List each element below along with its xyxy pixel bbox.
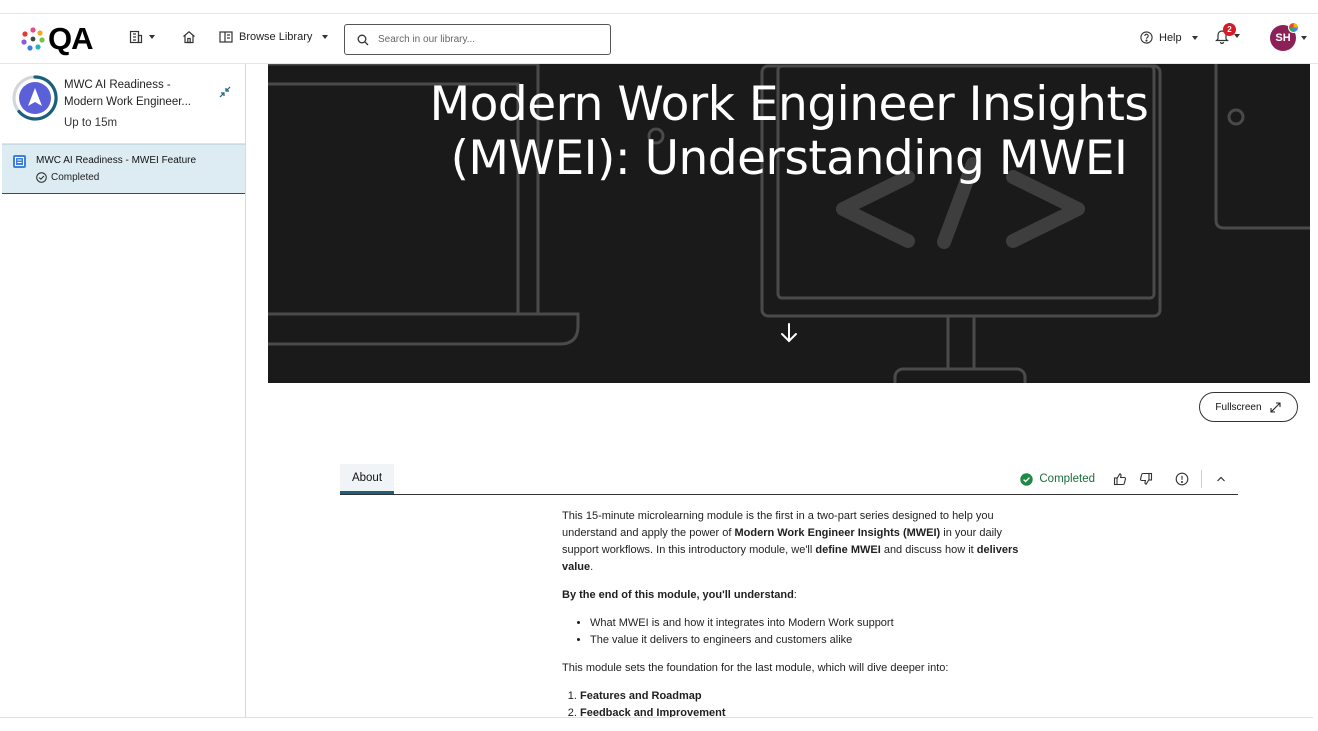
user-menu[interactable]: SH [1270,22,1307,51]
book-icon [219,31,233,43]
report-issue-icon[interactable] [1175,472,1189,486]
browse-library-menu[interactable]: Browse Library [219,31,329,43]
next-modules-list: Features and Roadmap Feedback and Improv… [580,688,1022,717]
outcomes-heading: By the end of this module, you'll unders… [562,587,1022,604]
qa-flower-icon [21,27,45,51]
outcomes-heading-text: By the end of this module, you'll unders… [562,589,794,601]
lesson-status-label: Completed [51,172,100,183]
lesson-type-icon [13,155,26,168]
search-icon [357,34,369,45]
course-duration: Up to 15m [64,117,118,129]
fullscreen-label: Fullscreen [1215,401,1262,413]
search-box[interactable] [344,24,611,55]
about-panel: About Completed This 15-minute microlear… [340,464,1238,717]
hero-title-line1: Modern Work Engineer Insights [429,77,1149,132]
about-description: This 15-minute microlearning module is t… [562,508,1022,717]
avatar: SH [1270,22,1299,51]
thumbs-up-icon[interactable] [1113,472,1127,486]
expand-icon [1270,401,1281,413]
fullscreen-button[interactable]: Fullscreen [1199,392,1298,422]
hero-title-line2: (MWEI): Understanding MWEI [450,131,1128,186]
intro-bold: Modern Work Engineer Insights (MWEI) [734,527,941,539]
chevron-up-icon[interactable] [1214,472,1228,486]
tab-about[interactable]: About [340,464,394,494]
outcomes-list: What MWEI is and how it integrates into … [590,615,1022,649]
browse-library-label: Browse Library [239,31,313,43]
chevron-down-icon [1301,36,1307,40]
notification-badge: 2 [1223,23,1236,36]
list-item-text: Feedback and Improvement [580,707,726,717]
help-icon [1140,31,1153,44]
lesson-item[interactable]: MWC AI Readiness - MWEI Feature Complete… [2,144,245,194]
list-item: What MWEI is and how it integrates into … [590,615,1022,632]
search-input[interactable] [378,34,598,45]
avatar-initials: SH [1275,32,1291,44]
list-item-text: Features and Roadmap [580,690,702,702]
home-button[interactable] [182,30,196,44]
notifications-menu[interactable]: 2 [1215,23,1240,44]
chevron-down-icon [1234,34,1240,38]
collapse-icon[interactable] [217,84,233,100]
list-item: Features and Roadmap [580,688,1022,705]
hero-title: Modern Work Engineer Insights (MWEI): Un… [268,78,1310,186]
lesson-hero: Modern Work Engineer Insights (MWEI): Un… [268,64,1310,383]
thumbs-down-icon[interactable] [1139,472,1153,486]
completion-status-label: Completed [1039,473,1095,485]
course-header: MWC AI Readiness - Modern Work Engineer.… [2,64,245,144]
lesson-title: MWC AI Readiness - MWEI Feature [36,155,197,166]
panel-actions: Completed [1020,468,1228,490]
building-icon [129,30,143,44]
chevron-down-icon [1191,35,1198,40]
intro-text: . [590,561,594,573]
check-circle-icon [36,172,47,183]
top-bar: QA Browse Library Help [0,13,1318,64]
help-menu[interactable]: Help [1140,31,1198,44]
course-progress-icon [12,75,58,121]
list-item: Feedback and Improvement [580,705,1022,717]
qa-logo[interactable]: QA [20,23,100,55]
check-circle-filled-icon [1020,472,1034,486]
course-title: MWC AI Readiness - Modern Work Engineer.… [64,79,191,108]
help-label: Help [1159,31,1182,44]
outcomes-heading-colon: : [793,589,797,601]
chevron-down-icon [322,35,329,39]
divider [0,717,1313,718]
logo-text: QA [48,21,93,56]
course-sidebar: MWC AI Readiness - Modern Work Engineer.… [2,64,246,717]
chevron-down-icon [149,35,155,39]
lesson-status: Completed [36,172,99,183]
intro-text: and discuss how it [880,544,977,556]
intro-paragraph: This 15-minute microlearning module is t… [562,508,1022,576]
arrow-down-icon[interactable] [778,321,800,345]
organization-menu[interactable] [129,30,155,44]
divider [1201,470,1202,488]
completion-status: Completed [1020,472,1095,486]
next-paragraph: This module sets the foundation for the … [562,662,949,674]
intro-bold: define MWEI [815,544,881,556]
list-item: The value it delivers to engineers and c… [590,632,1022,649]
panel-tabbar: About Completed [340,464,1238,495]
tab-about-label: About [351,471,383,484]
org-badge-icon [1288,22,1299,33]
home-icon [183,31,195,44]
